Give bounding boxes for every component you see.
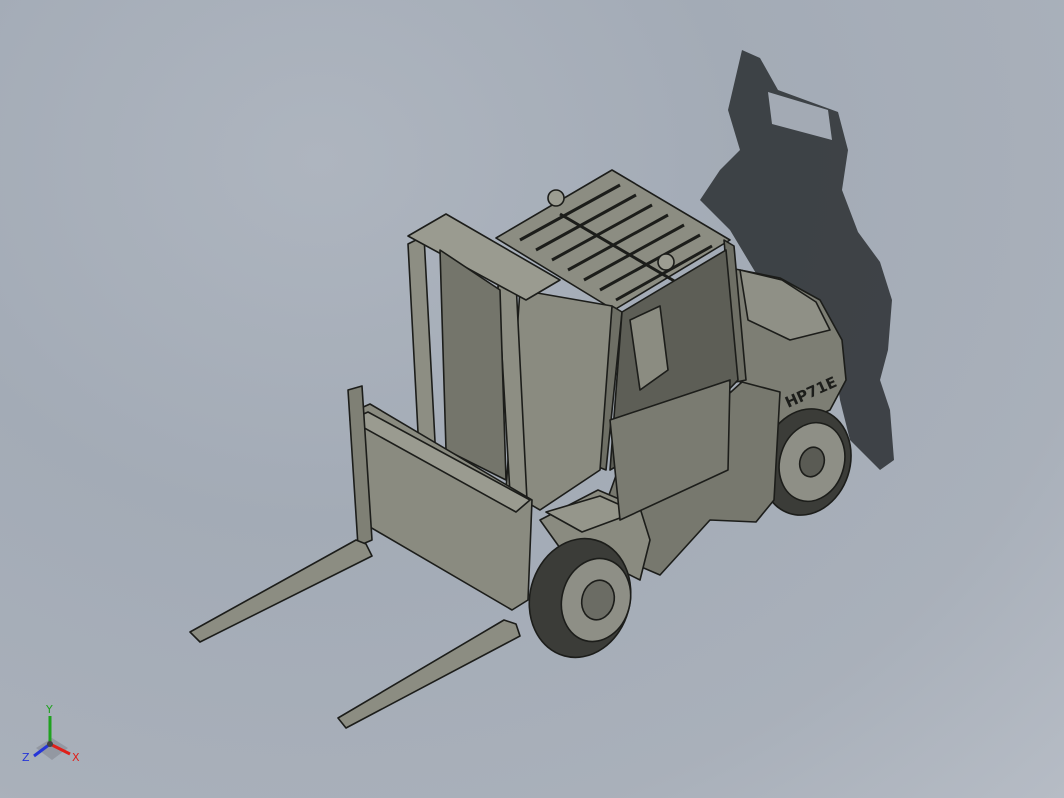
y-axis-label: Y	[45, 703, 53, 716]
beacon-light-left	[547, 189, 565, 207]
triad-origin	[47, 741, 53, 747]
orientation-triad[interactable]: Y X Z	[18, 700, 88, 770]
beacon-light-right	[657, 253, 675, 271]
3d-viewport[interactable]: HP71E	[0, 0, 1064, 798]
fork-left	[189, 539, 373, 643]
z-axis-label: Z	[22, 751, 30, 764]
fork-right	[337, 619, 521, 729]
x-axis-label: X	[72, 751, 80, 764]
